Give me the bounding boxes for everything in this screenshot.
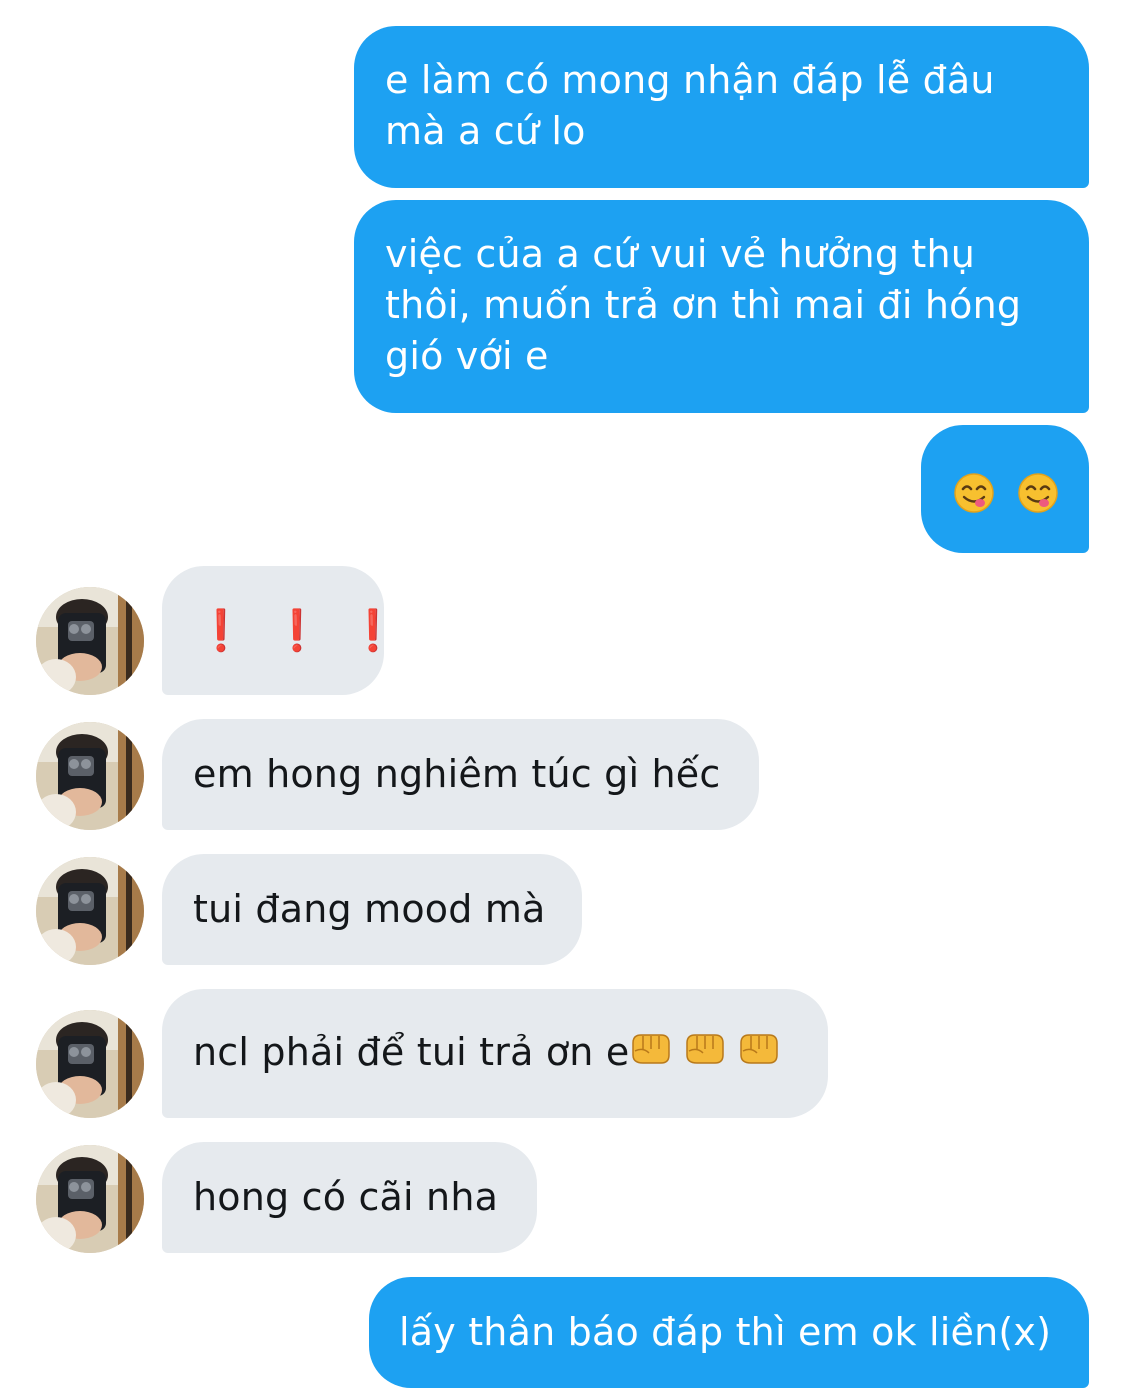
message-text: ncl phải để tui trả ơn e [193,1030,630,1074]
fist-icon [737,1029,781,1080]
avatar[interactable] [36,587,144,695]
message-text: hong có cãi nha [193,1175,499,1219]
message-text: tui đang mood mà [193,887,546,931]
avatar[interactable] [36,722,144,830]
message-text: em hong nghiêm túc gì hếc [193,752,721,796]
message-text-line: gió với e [385,334,549,378]
exclamation-marks: ❗ ❗ ❗ [196,608,399,654]
avatar[interactable] [36,1145,144,1253]
message-bubble-incoming[interactable]: ❗ ❗ ❗ [162,566,398,695]
fist-icon [683,1029,727,1080]
face-savoring-food-icon [953,472,995,527]
avatar[interactable] [36,1010,144,1118]
message-text-line: việc của a cứ vui vẻ hưởng thụ [385,232,976,276]
message-text-line: thôi, muốn trả ơn thì mai đi hóng [385,283,1022,327]
message-bubble-outgoing[interactable]: việc của a cứ vui vẻ hưởng thụ thôi, muố… [354,200,1089,413]
fist-icon [629,1029,673,1080]
message-text-line: mà a cứ lo [385,109,586,153]
message-text-line: e làm có mong nhận đáp lễ đâu [385,58,995,102]
avatar[interactable] [36,857,144,965]
face-savoring-food-icon [1017,472,1059,527]
message-bubble-outgoing[interactable]: lấy thân báo đáp thì em ok liền(x) [369,1277,1089,1388]
message-text: lấy thân báo đáp thì em ok liền(x) [399,1310,1052,1354]
message-bubble-incoming[interactable]: hong có cãi nha [162,1142,537,1253]
message-bubble-outgoing[interactable]: e làm có mong nhận đáp lễ đâu mà a cứ lo [354,26,1089,188]
message-bubble-outgoing[interactable] [921,425,1089,553]
message-bubble-incoming[interactable]: ncl phải để tui trả ơn e [162,989,828,1118]
message-bubble-incoming[interactable]: tui đang mood mà [162,854,582,965]
message-bubble-incoming[interactable]: em hong nghiêm túc gì hếc [162,719,759,830]
